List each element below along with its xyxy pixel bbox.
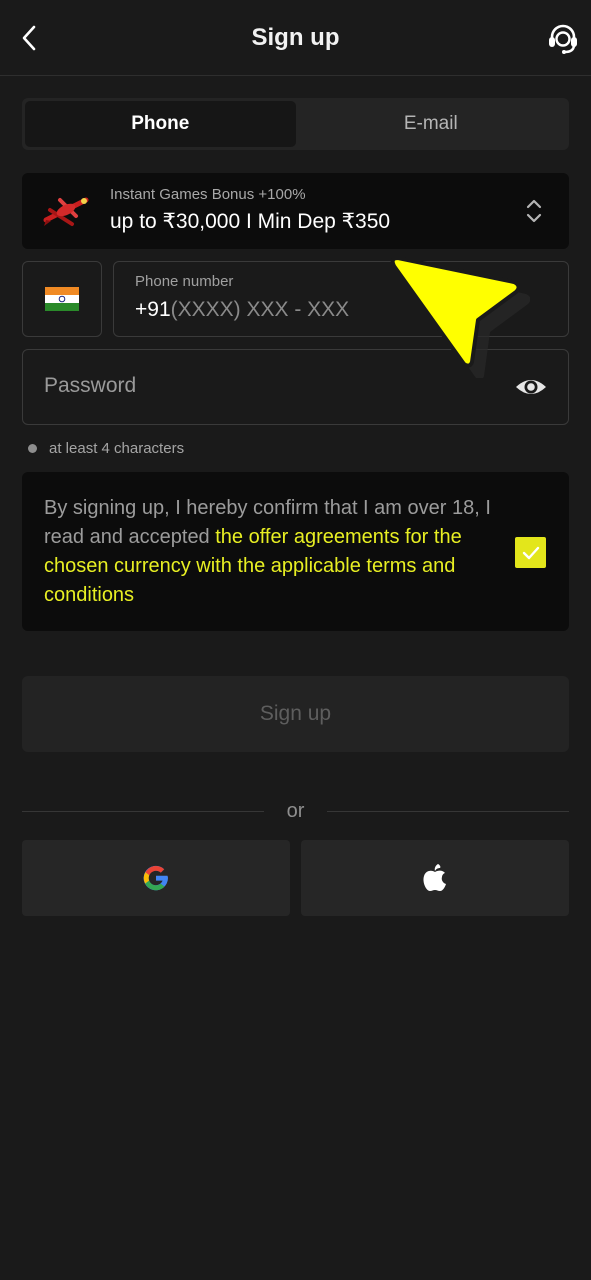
back-button[interactable] <box>12 20 46 56</box>
chevron-up-down-icon <box>526 199 542 223</box>
google-icon <box>143 865 169 891</box>
headset-icon <box>549 24 577 54</box>
phone-number-input[interactable]: +91(XXXX) XXX - XXX <box>135 298 349 322</box>
biplane-icon <box>43 197 89 226</box>
tab-phone[interactable]: Phone <box>25 101 296 147</box>
hint-bullet <box>28 444 37 453</box>
support-button[interactable] <box>543 18 583 58</box>
phone-mask: (XXXX) XXX - XXX <box>170 298 350 321</box>
tab-email[interactable]: E-mail <box>296 101 567 147</box>
hint-text: at least 4 characters <box>49 440 185 457</box>
header-bar: Sign up <box>0 0 591 76</box>
checkmark-icon <box>522 546 539 559</box>
chevron-left-icon <box>22 25 36 51</box>
signup-button[interactable]: Sign up <box>22 676 569 752</box>
terms-checkbox[interactable] <box>515 537 546 568</box>
bonus-subtitle: Instant Games Bonus +100% <box>110 186 306 203</box>
divider-line-right <box>327 811 569 812</box>
phone-number-field[interactable]: Phone number +91(XXXX) XXX - XXX <box>113 261 569 337</box>
page-title: Sign up <box>251 23 340 51</box>
country-selector[interactable] <box>22 261 102 337</box>
eye-icon[interactable] <box>514 372 548 402</box>
password-field[interactable]: Password <box>22 349 569 425</box>
terms-panel: By signing up, I hereby confirm that I a… <box>22 472 569 631</box>
signup-method-tabs: Phone E-mail <box>22 98 569 150</box>
terms-text: By signing up, I hereby confirm that I a… <box>44 494 504 610</box>
phone-number-label: Phone number <box>135 273 234 290</box>
apple-icon <box>423 864 446 891</box>
password-placeholder: Password <box>44 374 137 397</box>
apple-signin-button[interactable] <box>301 840 569 916</box>
india-flag-icon <box>45 287 79 311</box>
bonus-title: up to ₹30,000 I Min Dep ₹350 <box>110 210 391 233</box>
phone-country-code: +91 <box>135 298 171 321</box>
password-hint: at least 4 characters <box>28 440 184 457</box>
bonus-selector[interactable]: Instant Games Bonus +100% up to ₹30,000 … <box>22 173 569 249</box>
google-signin-button[interactable] <box>22 840 290 916</box>
